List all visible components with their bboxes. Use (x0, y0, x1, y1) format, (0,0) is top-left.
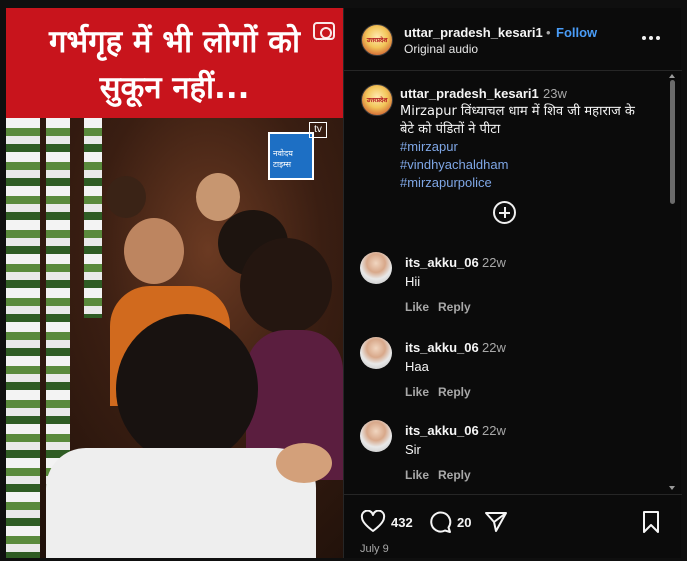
author-username[interactable]: uttar_pradesh_kesari1 (404, 25, 543, 40)
caption-text: Mirzapur विंध्याचल धाम में शिव जी महाराज… (400, 104, 635, 137)
comment-icon[interactable] (428, 510, 452, 534)
comment-time[interactable]: 22w (482, 340, 506, 355)
action-bar: 432 20 July 9 (344, 494, 682, 558)
comment-item: its_akku_06 22w Sir Like Reply (344, 420, 664, 492)
post-sidebar: उत्तरप्रदेश uttar_pradesh_kesari1 • Foll… (343, 8, 682, 558)
commenter-avatar[interactable] (360, 337, 392, 369)
more-icon[interactable] (642, 36, 660, 42)
channel-logo: नवोदय टाइम्स (268, 132, 314, 180)
post-date[interactable]: July 9 (360, 543, 389, 555)
scroll-up-arrow[interactable] (669, 74, 675, 78)
caption-avatar[interactable]: उत्तरप्रदेश (361, 84, 393, 116)
crowd-head (196, 173, 240, 221)
comment-text: Hii (405, 274, 421, 289)
commenter-username[interactable]: its_akku_06 (405, 340, 479, 355)
commenter-username[interactable]: its_akku_06 (405, 423, 479, 438)
comment-reply-button[interactable]: Reply (438, 300, 471, 314)
tv-mark: tv (309, 122, 327, 138)
post-modal: गर्भगृह में भी लोगों को सुकून नहीं... नव… (0, 0, 687, 561)
comment-text: Haa (405, 359, 429, 374)
crowd-head (124, 218, 184, 284)
hashtag-link[interactable]: #vindhyachaldham (400, 157, 508, 172)
headline-line-2: सुकून नहीं... (99, 70, 250, 106)
hand (276, 443, 332, 483)
comment-reply-button[interactable]: Reply (438, 468, 471, 482)
comment-like-button[interactable]: Like (405, 468, 429, 482)
share-icon[interactable] (484, 511, 508, 533)
bookmark-icon[interactable] (641, 510, 661, 534)
flower-garland-back (84, 118, 102, 318)
comment-time[interactable]: 22w (482, 255, 506, 270)
crowd-head (116, 314, 258, 464)
commenter-username[interactable]: its_akku_06 (405, 255, 479, 270)
crowd-head (240, 238, 332, 334)
headline-line-1: गर्भगृह में भी लोगों को (48, 24, 301, 60)
comment-count[interactable]: 20 (457, 515, 471, 530)
caption-username[interactable]: uttar_pradesh_kesari1 (400, 86, 539, 101)
add-comment-icon[interactable] (493, 201, 516, 224)
comment-time[interactable]: 22w (482, 423, 506, 438)
hashtag-link[interactable]: #mirzapurpolice (400, 175, 492, 190)
comment-like-button[interactable]: Like (405, 300, 429, 314)
comments-scroll[interactable]: उत्तरप्रदेश uttar_pradesh_kesari1 23w Mi… (344, 72, 682, 492)
commenter-avatar[interactable] (360, 252, 392, 284)
heart-icon[interactable] (360, 510, 386, 534)
channel-logo-text: नवोदय टाइम्स (273, 149, 293, 169)
comment-item: its_akku_06 22w Hii Like Reply (344, 252, 664, 332)
comment-like-button[interactable]: Like (405, 385, 429, 399)
hashtag-link[interactable]: #mirzapur (400, 139, 458, 154)
caption-time[interactable]: 23w (543, 86, 567, 101)
author-avatar[interactable]: उत्तरप्रदेश (361, 24, 393, 56)
like-count[interactable]: 432 (391, 515, 413, 530)
audio-link[interactable]: Original audio (404, 42, 478, 56)
scrollbar-thumb[interactable] (670, 80, 675, 204)
flower-garland-left (6, 118, 40, 558)
camera-icon (313, 22, 335, 40)
scroll-down-arrow[interactable] (669, 486, 675, 490)
avatar-text: उत्तरप्रदेश (366, 36, 388, 44)
comment-item: its_akku_06 22w Haa Like Reply (344, 337, 664, 417)
video-frame: नवोदय टाइम्स tv (6, 118, 343, 558)
comment-text: Sir (405, 442, 421, 457)
commenter-avatar[interactable] (360, 420, 392, 452)
post-header: उत्तरप्रदेश uttar_pradesh_kesari1 • Foll… (344, 8, 682, 71)
post-media[interactable]: गर्भगृह में भी लोगों को सुकून नहीं... नव… (6, 8, 343, 558)
follow-button[interactable]: Follow (556, 25, 597, 40)
avatar-text: उत्तरप्रदेश (366, 96, 388, 104)
headline-banner: गर्भगृह में भी लोगों को सुकून नहीं... (6, 8, 343, 118)
comment-reply-button[interactable]: Reply (438, 385, 471, 399)
separator-dot: • (546, 25, 551, 40)
crowd-head (106, 176, 146, 218)
